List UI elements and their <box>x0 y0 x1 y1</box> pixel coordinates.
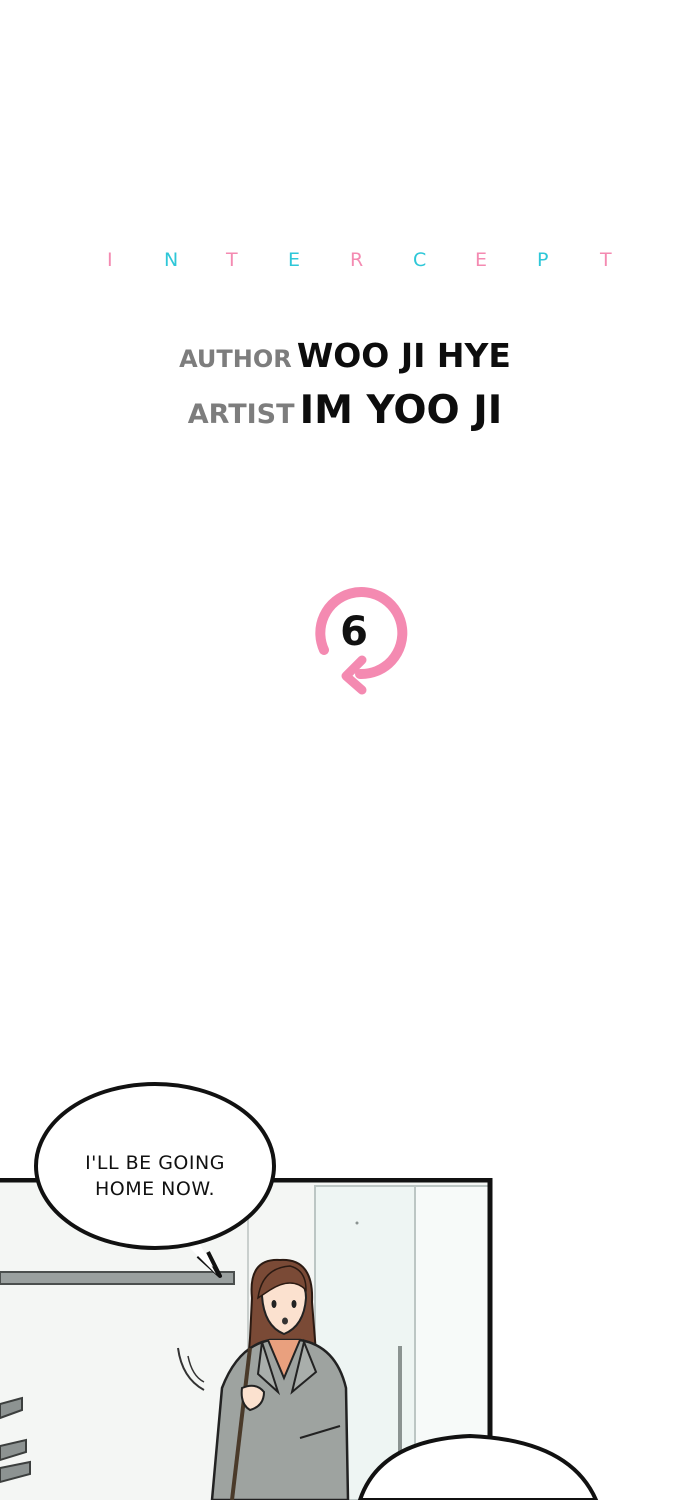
artist-credit: ARTIST IM YOO JI <box>0 388 690 433</box>
author-credit: AUTHOR WOO JI HYE <box>0 336 690 375</box>
chapter-badge: 6 <box>298 580 410 698</box>
chapter-number: 6 <box>340 609 368 655</box>
title-letter: E <box>475 249 488 271</box>
author-name: WOO JI HYE <box>296 336 511 375</box>
title-letter: T <box>600 249 612 271</box>
title-letter: I <box>107 249 113 271</box>
title-letter: N <box>164 249 179 271</box>
title-letter: E <box>288 249 301 271</box>
artist-label: ARTIST <box>187 399 295 430</box>
title-letter: R <box>350 249 364 271</box>
artist-name: IM YOO JI <box>299 388 503 433</box>
speech-bubble-text: I'LL BE GOING HOME NOW. <box>40 1150 270 1202</box>
title-letter: P <box>537 249 549 271</box>
author-label: AUTHOR <box>179 345 292 373</box>
speech-line: HOME NOW. <box>95 1178 215 1200</box>
title-letter: C <box>413 249 427 271</box>
series-title: I N T E R C E P T <box>0 246 690 274</box>
title-letter: T <box>226 249 238 271</box>
speech-line: I'LL BE GOING <box>85 1152 225 1174</box>
